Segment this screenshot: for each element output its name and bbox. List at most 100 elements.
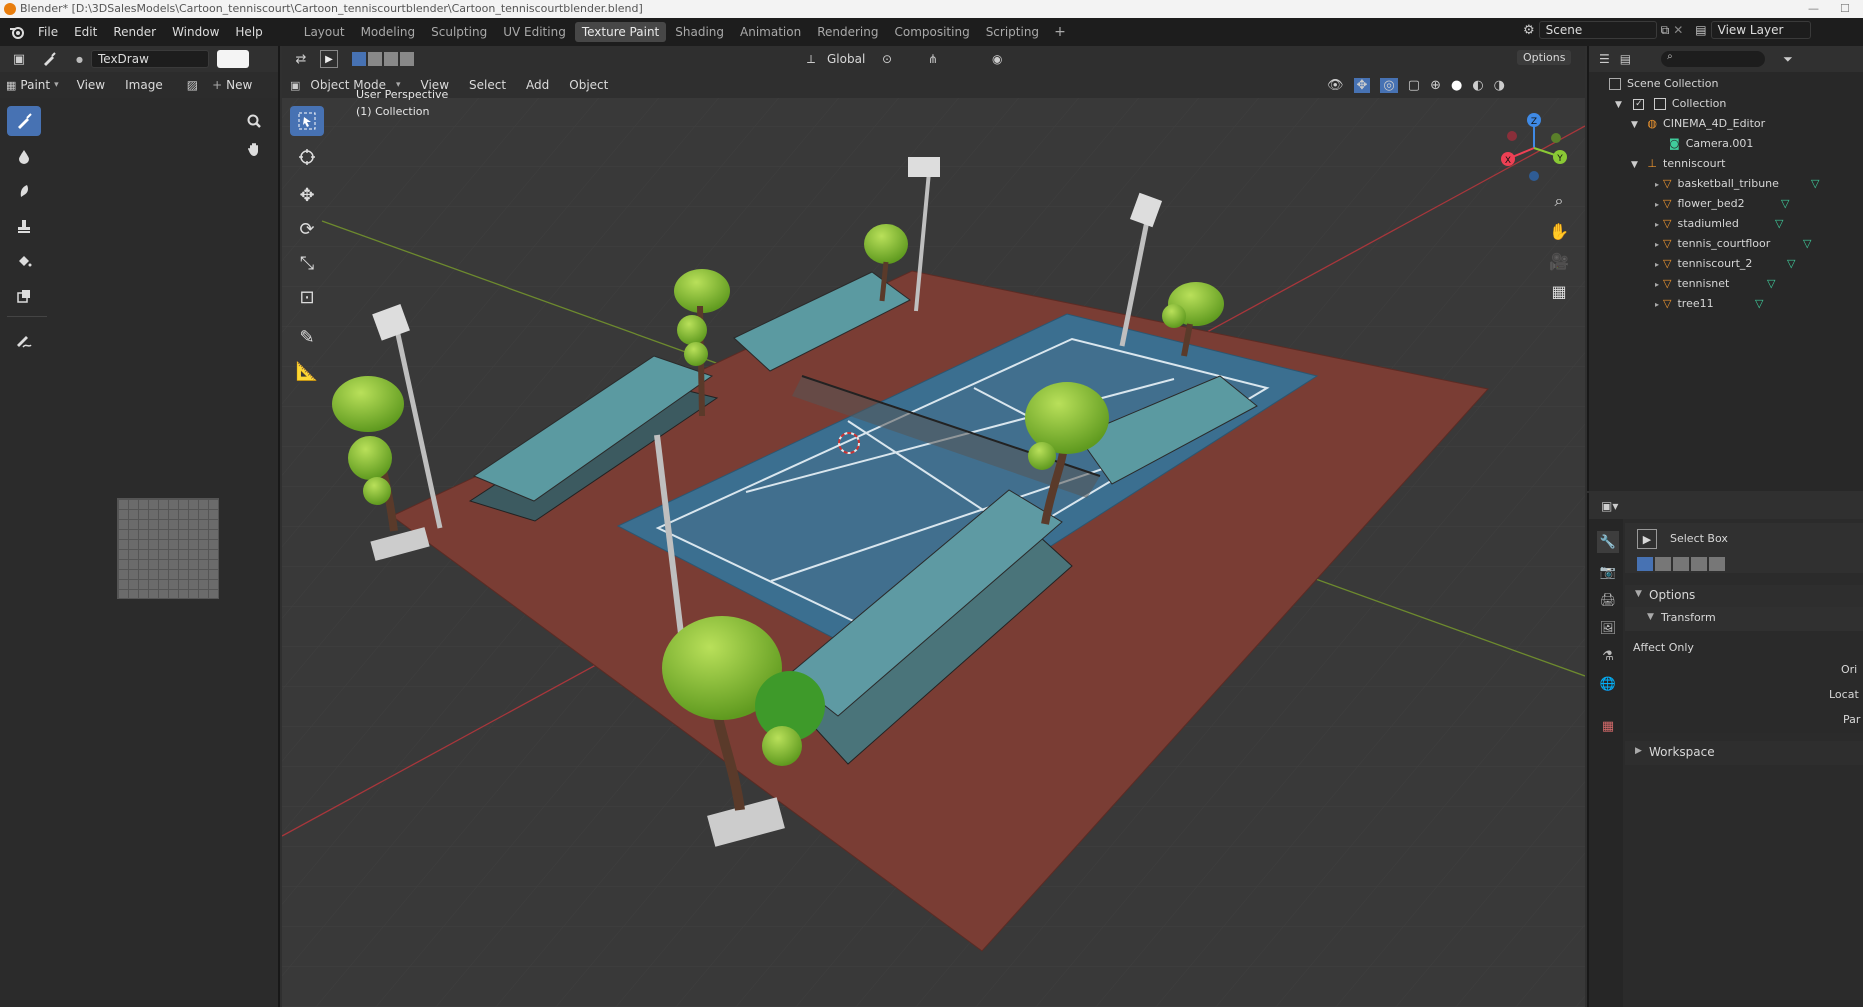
- rotate-tool[interactable]: ⟳: [290, 214, 324, 244]
- select-tool-icon[interactable]: ▶: [320, 50, 338, 68]
- 3d-viewport[interactable]: ⇄ ▶ ⟂ Global ⊙ ⋔ ◉ Options ▣ Object Mode…: [282, 46, 1585, 1007]
- overlay-toggle-icon[interactable]: ◎: [1380, 77, 1398, 93]
- mesh-data-icon[interactable]: ▽: [1767, 274, 1775, 294]
- mesh-data-icon[interactable]: ▽: [1803, 234, 1811, 254]
- affect-parents-label[interactable]: Par: [1843, 713, 1860, 726]
- minimize-icon[interactable]: —: [1808, 0, 1819, 18]
- scale-tool[interactable]: ⤡: [290, 248, 324, 278]
- transform-subpanel-header[interactable]: ▼ Transform: [1625, 607, 1863, 631]
- expand-arrow-icon[interactable]: ▼: [1635, 589, 1642, 599]
- tab-modeling[interactable]: Modeling: [354, 22, 423, 42]
- menu-add[interactable]: Add: [518, 78, 557, 92]
- tab-animation[interactable]: Animation: [733, 22, 808, 42]
- draw-brush-tool[interactable]: [7, 106, 41, 136]
- outliner-row-flower-bed2[interactable]: ▸ ▽ flower_bed2 ▽: [1589, 194, 1863, 214]
- view-layer-icon[interactable]: ▤: [1695, 23, 1706, 37]
- annotate-tool[interactable]: ✎: [290, 322, 324, 352]
- outliner-editor-type-icon[interactable]: ☰: [1599, 52, 1610, 66]
- soften-tool[interactable]: [7, 141, 41, 171]
- outliner-row-collection[interactable]: ▼ ✓ Collection: [1589, 94, 1863, 114]
- expand-arrow-icon[interactable]: ▼: [1631, 160, 1638, 170]
- select-box-icon[interactable]: ▶: [1637, 529, 1657, 549]
- paint-mode-icon[interactable]: ▦: [6, 79, 16, 92]
- object-mode-icon[interactable]: ▣: [290, 79, 300, 92]
- brush-name-field[interactable]: TexDraw: [90, 50, 209, 68]
- annotate-tool[interactable]: [7, 325, 41, 355]
- mesh-data-icon[interactable]: ▽: [1775, 214, 1783, 234]
- cursor-tool[interactable]: [290, 142, 324, 172]
- outliner-row-tenniscourt[interactable]: ▼ ⊥ tenniscourt: [1589, 154, 1863, 174]
- smear-tool[interactable]: [7, 176, 41, 206]
- tab-tool-icon[interactable]: 🔧: [1597, 531, 1619, 553]
- camera-view-icon[interactable]: 🎥: [1547, 249, 1571, 273]
- tab-scene-icon[interactable]: ⚗: [1597, 645, 1619, 667]
- tab-compositing[interactable]: Compositing: [887, 22, 976, 42]
- tab-scripting[interactable]: Scripting: [979, 22, 1046, 42]
- outliner-search-input[interactable]: ⌕: [1661, 51, 1766, 67]
- expand-arrow-icon[interactable]: ▼: [1615, 100, 1622, 110]
- shading-solid-icon[interactable]: ●: [1451, 78, 1462, 93]
- snapping-icon[interactable]: ⋔: [928, 52, 938, 66]
- outliner-row-tenniscourt-2[interactable]: ▸ ▽ tenniscourt_2 ▽: [1589, 254, 1863, 274]
- brush-icon[interactable]: [36, 48, 62, 70]
- expand-arrow-icon[interactable]: ▼: [1647, 612, 1654, 622]
- brush-color-swatch[interactable]: [216, 50, 249, 68]
- menu-select[interactable]: Select: [461, 78, 514, 92]
- proportional-editing-icon[interactable]: ◉: [992, 52, 1002, 66]
- workspace-panel-header[interactable]: ▶ Workspace: [1625, 741, 1863, 765]
- pan-hand-icon[interactable]: ✋: [1547, 219, 1571, 243]
- menu-view[interactable]: View: [69, 78, 113, 92]
- visibility-eye-icon[interactable]: 👁: [1327, 78, 1344, 93]
- view-layer-field[interactable]: View Layer: [1710, 21, 1811, 39]
- new-image-plus-icon[interactable]: +: [212, 78, 222, 92]
- paint-mode-dropdown[interactable]: Paint: [20, 78, 50, 92]
- tab-sculpting[interactable]: Sculpting: [424, 22, 494, 42]
- tab-render-icon[interactable]: 📷: [1597, 561, 1619, 583]
- menu-edit[interactable]: Edit: [66, 25, 105, 39]
- pivot-point-icon[interactable]: ⊙: [882, 52, 892, 66]
- display-mode-icon[interactable]: ▤: [1620, 52, 1631, 66]
- menu-image[interactable]: Image: [117, 78, 171, 92]
- select-box-tool[interactable]: [290, 106, 324, 136]
- new-scene-icon[interactable]: ⧉: [1661, 23, 1670, 38]
- editor-type-icon[interactable]: ▣: [6, 48, 32, 70]
- tab-uv-editing[interactable]: UV Editing: [496, 22, 573, 42]
- tab-world-icon[interactable]: 🌐: [1597, 673, 1619, 695]
- expand-arrow-icon[interactable]: ▼: [1631, 120, 1638, 130]
- mesh-data-icon[interactable]: ▽: [1781, 194, 1789, 214]
- maximize-icon[interactable]: ☐: [1840, 0, 1850, 18]
- zoom-icon[interactable]: [241, 110, 267, 132]
- shading-rendered-icon[interactable]: ◑: [1494, 78, 1505, 93]
- clone-tool[interactable]: [7, 211, 41, 241]
- xray-toggle-icon[interactable]: ▢: [1408, 78, 1420, 93]
- perspective-toggle-icon[interactable]: ▦: [1547, 279, 1571, 303]
- blender-menu-icon[interactable]: [4, 21, 30, 43]
- options-panel-header[interactable]: ▼ Options: [1625, 585, 1863, 607]
- gizmo-toggle-icon[interactable]: ✥: [1353, 77, 1371, 93]
- measure-tool[interactable]: 📐: [290, 356, 324, 386]
- outliner-row-cinema-4d-editor[interactable]: ▼ ◍ CINEMA_4D_Editor: [1589, 114, 1863, 134]
- tab-shading[interactable]: Shading: [668, 22, 731, 42]
- shading-material-icon[interactable]: ◐: [1472, 78, 1483, 93]
- shading-wireframe-icon[interactable]: ⊕: [1430, 78, 1441, 93]
- menu-object[interactable]: Object: [561, 78, 616, 92]
- affect-locations-label[interactable]: Locat: [1829, 688, 1859, 701]
- tab-rendering[interactable]: Rendering: [810, 22, 885, 42]
- viewport-editor-type-icon[interactable]: ⇄: [288, 48, 314, 70]
- selection-mode-icons[interactable]: [1637, 557, 1725, 571]
- zoom-icon[interactable]: ⌕: [1547, 189, 1571, 213]
- outliner-row-camera-001[interactable]: ◙ Camera.001: [1589, 134, 1863, 154]
- tab-output-icon[interactable]: 🖨: [1597, 589, 1619, 611]
- transform-orientation-icon[interactable]: ⟂: [807, 52, 815, 67]
- tab-view-layer-icon[interactable]: 🖼: [1597, 617, 1619, 639]
- outliner-row-tennisnet[interactable]: ▸ ▽ tennisnet ▽: [1589, 274, 1863, 294]
- outliner-row-basketball-tribune[interactable]: ▸ ▽ basketball_tribune ▽: [1589, 174, 1863, 194]
- mesh-data-icon[interactable]: ▽: [1811, 174, 1819, 194]
- fill-tool[interactable]: [7, 246, 41, 276]
- outliner-scene-collection[interactable]: Scene Collection: [1589, 74, 1863, 94]
- outliner-row-stadiumled[interactable]: ▸ ▽ stadiumled ▽: [1589, 214, 1863, 234]
- menu-window[interactable]: Window: [164, 25, 227, 39]
- properties-editor-type-icon[interactable]: ▣▾: [1601, 499, 1618, 513]
- image-canvas-placeholder[interactable]: [117, 498, 219, 599]
- outliner-row-tennis-courtfloor[interactable]: ▸ ▽ tennis_courtfloor ▽: [1589, 234, 1863, 254]
